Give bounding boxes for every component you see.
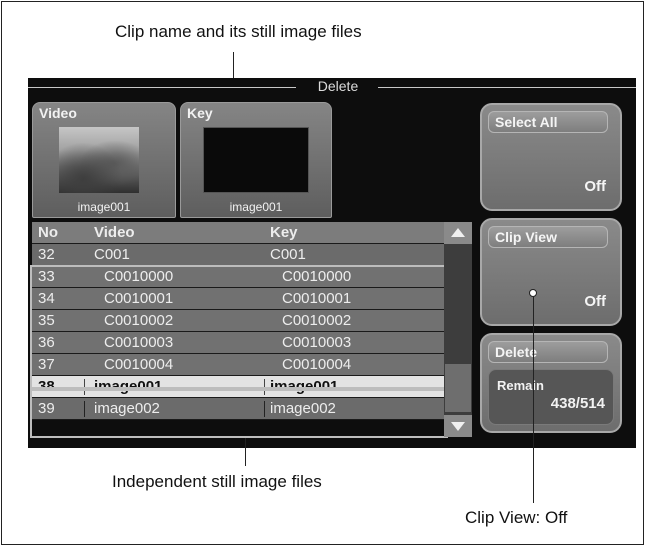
clip-view-button[interactable]: Clip View Off [480,218,622,326]
video-panel-label: Video [39,105,77,121]
row-key: C001 [270,246,306,263]
delete-label: Delete [488,341,608,363]
table-scrollbar[interactable] [444,222,472,437]
remain-display: Remain 438/514 [488,369,614,425]
independent-group-highlight [30,389,448,438]
select-all-label: Select All [488,111,608,133]
key-panel-label: Key [187,105,213,121]
header-key: Key [270,224,298,241]
header-video: Video [94,224,135,241]
callout-dot [529,289,537,297]
callout-clip-name: Clip name and its still image files [115,22,362,41]
scroll-thumb[interactable] [445,364,471,412]
callout-line-right [533,297,534,503]
video-thumbnail-image [59,127,139,193]
header-no: No [38,224,58,241]
arrow-down-icon [451,422,465,431]
delete-title-bar: Delete [28,78,636,96]
table-header: No Video Key [32,222,470,244]
key-thumbnail-image [203,127,309,193]
key-thumbnail-panel[interactable]: Key image001 [180,102,332,218]
select-all-value: Off [584,178,606,195]
callout-independent: Independent still image files [112,472,322,491]
callout-line-bottom [245,438,246,466]
clip-view-value: Off [584,293,606,310]
key-thumbnail-caption: image001 [229,200,283,214]
row-video: C001 [94,246,130,263]
video-thumbnail-caption: image001 [77,200,131,214]
delete-screen: Delete Video image001 Key image001 No Vi… [28,78,636,448]
callout-clip-view-off: Clip View: Off [465,508,568,527]
row-no: 32 [38,246,55,263]
scroll-down-button[interactable] [444,415,472,437]
clip-view-label: Clip View [488,226,608,248]
remain-label: Remain [497,378,544,393]
delete-button[interactable]: Delete Remain 438/514 [480,333,622,433]
scroll-up-button[interactable] [444,222,472,244]
delete-title: Delete [317,78,359,94]
table-row[interactable]: 32 C001 C001 [32,244,470,266]
remain-value: 438/514 [550,395,605,412]
scroll-track[interactable] [444,244,472,415]
select-all-button[interactable]: Select All Off [480,103,622,211]
clip-group-highlight [30,265,448,389]
video-thumbnail-panel[interactable]: Video image001 [32,102,176,218]
arrow-up-icon [451,228,465,237]
